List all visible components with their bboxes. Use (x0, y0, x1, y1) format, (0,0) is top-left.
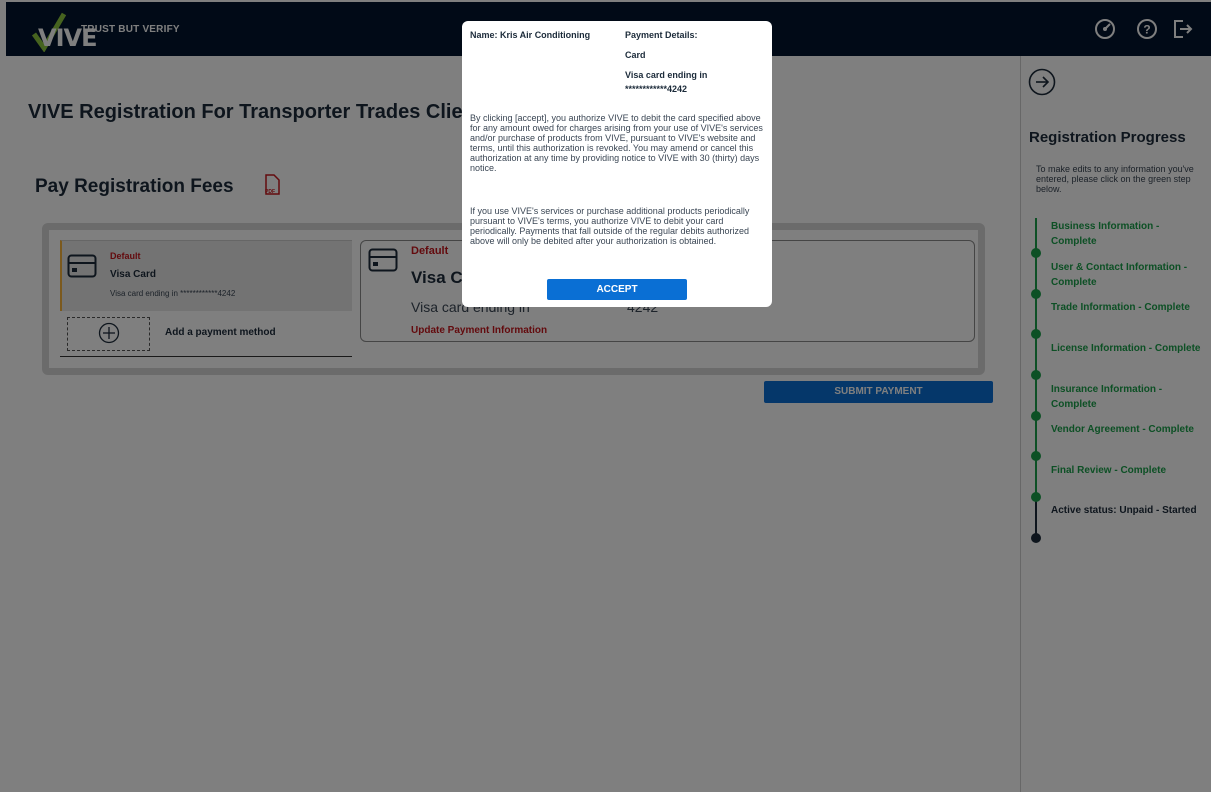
payment-type: Card (625, 50, 646, 60)
payment-authorization-modal: Name: Kris Air Conditioning Payment Deta… (462, 21, 772, 307)
payment-details-title: Payment Details: (625, 30, 698, 40)
accept-button[interactable]: ACCEPT (547, 279, 687, 300)
card-ending-label: Visa card ending in (625, 70, 708, 80)
authorization-paragraph: By clicking [accept], you authorize VIVE… (470, 113, 763, 173)
customer-name: Name: Kris Air Conditioning (470, 30, 591, 40)
recurring-paragraph: If you use VIVE's services or purchase a… (470, 206, 750, 246)
card-digits: ************4242 (625, 84, 688, 94)
